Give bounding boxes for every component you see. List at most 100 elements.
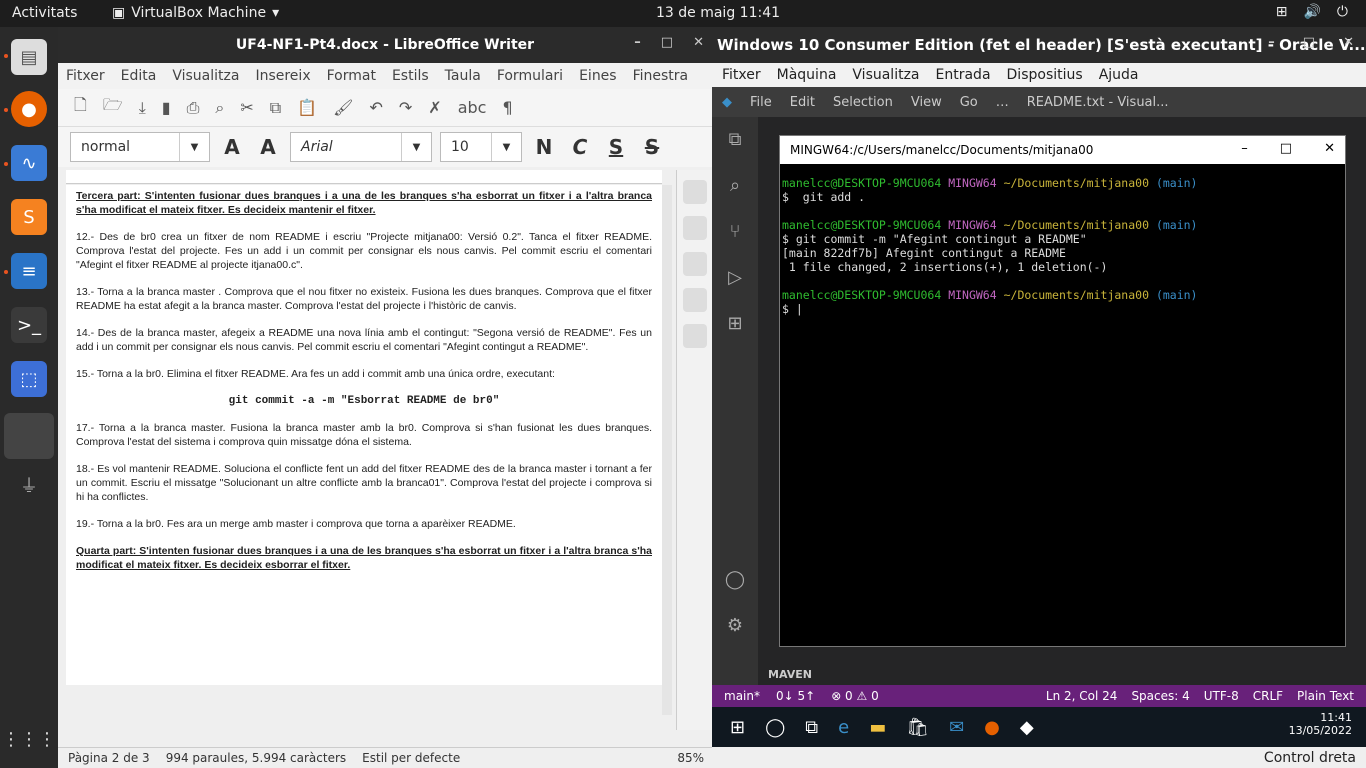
vbox-titlebar[interactable]: Windows 10 Consumer Edition (fet el head… (712, 27, 1366, 63)
language-status[interactable]: Plain Text (1297, 689, 1354, 703)
menu-format[interactable]: Format (327, 68, 376, 84)
task-view-icon[interactable]: ⧉ (805, 717, 818, 738)
app-menu[interactable]: ▣ VirtualBox Machine ▾ (112, 5, 279, 21)
menu-taula[interactable]: Taula (445, 68, 481, 84)
properties-icon[interactable] (682, 180, 707, 204)
menu-visualitza[interactable]: Visualitza (172, 68, 239, 84)
underline-button[interactable]: S (602, 135, 630, 159)
menu-edita[interactable]: Edita (121, 68, 157, 84)
cursor-position[interactable]: Ln 2, Col 24 (1046, 689, 1118, 703)
clone-icon[interactable]: 🖌 (333, 98, 353, 117)
app-grid-icon[interactable]: ⋮⋮⋮ (2, 721, 56, 757)
monitor-icon[interactable]: ∿ (11, 145, 47, 181)
terminal-icon[interactable]: >_ (11, 307, 47, 343)
vscode-menu-go[interactable]: Go (960, 95, 978, 110)
menu-fitxer[interactable]: Fitxer (722, 67, 761, 83)
menu-entrada[interactable]: Entrada (936, 67, 991, 83)
menu-fitxer[interactable]: Fitxer (66, 68, 105, 84)
cut-icon[interactable]: ✂ (240, 98, 253, 117)
system-tray[interactable]: ⊞ 🔊 ⏻ (1276, 4, 1348, 20)
undo-icon[interactable]: ↶ (369, 98, 382, 117)
run-debug-icon[interactable]: ▷ (722, 267, 748, 293)
redo-icon[interactable]: ↷ (399, 98, 412, 117)
maven-section[interactable]: MAVEN (758, 664, 1366, 686)
font-size-select[interactable]: 10 ▼ (440, 132, 522, 162)
print-icon[interactable]: ⎙ (187, 98, 200, 118)
gear-icon[interactable]: ⚙ (722, 615, 748, 641)
writer-icon[interactable]: ≡ (11, 253, 47, 289)
maximize-icon[interactable]: □ (1280, 141, 1292, 156)
explorer-icon[interactable]: ⧉ (722, 129, 748, 155)
menu-estils[interactable]: Estils (392, 68, 429, 84)
sublime-icon[interactable]: S (11, 199, 47, 235)
pdf-icon[interactable]: ▮ (162, 98, 171, 117)
word-count[interactable]: 994 paraules, 5.994 caràcters (166, 751, 346, 765)
new-style-icon[interactable]: A (254, 135, 282, 159)
firefox-icon[interactable]: ● (11, 91, 47, 127)
indent-status[interactable]: Spaces: 4 (1131, 689, 1189, 703)
eol-status[interactable]: CRLF (1253, 689, 1283, 703)
account-icon[interactable]: ◯ (722, 569, 748, 595)
vscode-menu-file[interactable]: File (750, 95, 772, 110)
close-icon[interactable]: ✕ (693, 35, 704, 50)
new-icon[interactable]: 🗋 (74, 94, 87, 121)
activities-button[interactable]: Activitats (12, 5, 77, 21)
maximize-icon[interactable]: □ (1303, 35, 1315, 50)
maximize-icon[interactable]: □ (661, 35, 673, 50)
git-icon[interactable]: ◆ (1020, 717, 1034, 738)
page-style[interactable]: Estil per defecte (362, 751, 460, 765)
usb-icon[interactable]: ⏚ (11, 467, 47, 503)
close-icon[interactable]: ✕ (1324, 141, 1335, 156)
menu-visualitza[interactable]: Visualitza (852, 67, 919, 83)
menu-maquina[interactable]: Màquina (777, 67, 837, 83)
minimize-icon[interactable]: – (1241, 141, 1248, 156)
explorer-icon[interactable]: ▬ (869, 717, 886, 738)
pilcrow-icon[interactable]: ¶ (502, 98, 512, 117)
firefox-icon[interactable]: ● (984, 717, 1000, 738)
paste-icon[interactable]: 📋 (297, 98, 317, 117)
bold-button[interactable]: N (530, 135, 558, 159)
menu-dispositius[interactable]: Dispositius (1007, 67, 1083, 83)
encoding-status[interactable]: UTF-8 (1204, 689, 1239, 703)
menu-insereix[interactable]: Insereix (255, 68, 310, 84)
taskbar-clock[interactable]: 11:41 13/05/2022 (1289, 711, 1352, 737)
paragraph-style-select[interactable]: normal ▼ (70, 132, 210, 162)
mail-icon[interactable]: ✉ (949, 717, 964, 738)
update-style-icon[interactable]: A (218, 135, 246, 159)
extensions-icon[interactable]: ⊞ (722, 313, 748, 339)
writer-titlebar[interactable]: UF4-NF1-Pt4.docx - LibreOffice Writer – □… (58, 27, 712, 63)
font-name-select[interactable]: Arial ▼ (290, 132, 432, 162)
vscode-menu-view[interactable]: View (911, 95, 942, 110)
ruler[interactable] (66, 170, 662, 184)
clock[interactable]: 13 de maig 11:41 (656, 5, 780, 21)
virtualbox-dock-icon[interactable] (4, 413, 54, 459)
search-icon[interactable]: ◯ (765, 717, 785, 738)
save-icon[interactable]: ⤓ (139, 98, 146, 118)
spellcheck-icon[interactable]: abc (458, 98, 487, 117)
windows-start-icon[interactable]: ⊞ (730, 717, 745, 738)
document-page[interactable]: Tercera part: S'intenten fusionar dues b… (66, 185, 662, 685)
menu-ajuda[interactable]: Ajuda (1099, 67, 1139, 83)
copy-icon[interactable]: ⧉ (270, 98, 281, 118)
terminal-output[interactable]: manelcc@DESKTOP-9MCU064 MINGW64 ~/Docume… (780, 164, 1345, 328)
preview-icon[interactable]: ⌕ (215, 98, 224, 118)
vscode-menu-more[interactable]: … (996, 95, 1009, 110)
menu-formulari[interactable]: Formulari (497, 68, 563, 84)
problems-status[interactable]: ⊗ 0 ⚠ 0 (831, 689, 879, 703)
screenshot-icon[interactable]: ⬚ (11, 361, 47, 397)
branch-status[interactable]: main* (724, 689, 760, 703)
vertical-scrollbar[interactable] (662, 185, 672, 715)
menu-eines[interactable]: Eines (579, 68, 617, 84)
minimize-icon[interactable]: – (1268, 35, 1275, 50)
menu-finestra[interactable]: Finestra (633, 68, 689, 84)
terminal-titlebar[interactable]: MINGW64:/c/Users/manelcc/Documents/mitja… (780, 136, 1345, 164)
vscode-menu-edit[interactable]: Edit (790, 95, 815, 110)
store-icon[interactable]: 🛍 (906, 717, 929, 738)
vscode-menu-selection[interactable]: Selection (833, 95, 893, 110)
zoom-level[interactable]: 85% (677, 751, 704, 765)
find-icon[interactable]: ✗ (428, 98, 441, 117)
source-control-icon[interactable]: ⑂ (722, 221, 748, 247)
minimize-icon[interactable]: – (634, 35, 641, 50)
edge-icon[interactable]: e (838, 717, 849, 738)
sync-status[interactable]: 0↓ 5↑ (776, 689, 815, 703)
